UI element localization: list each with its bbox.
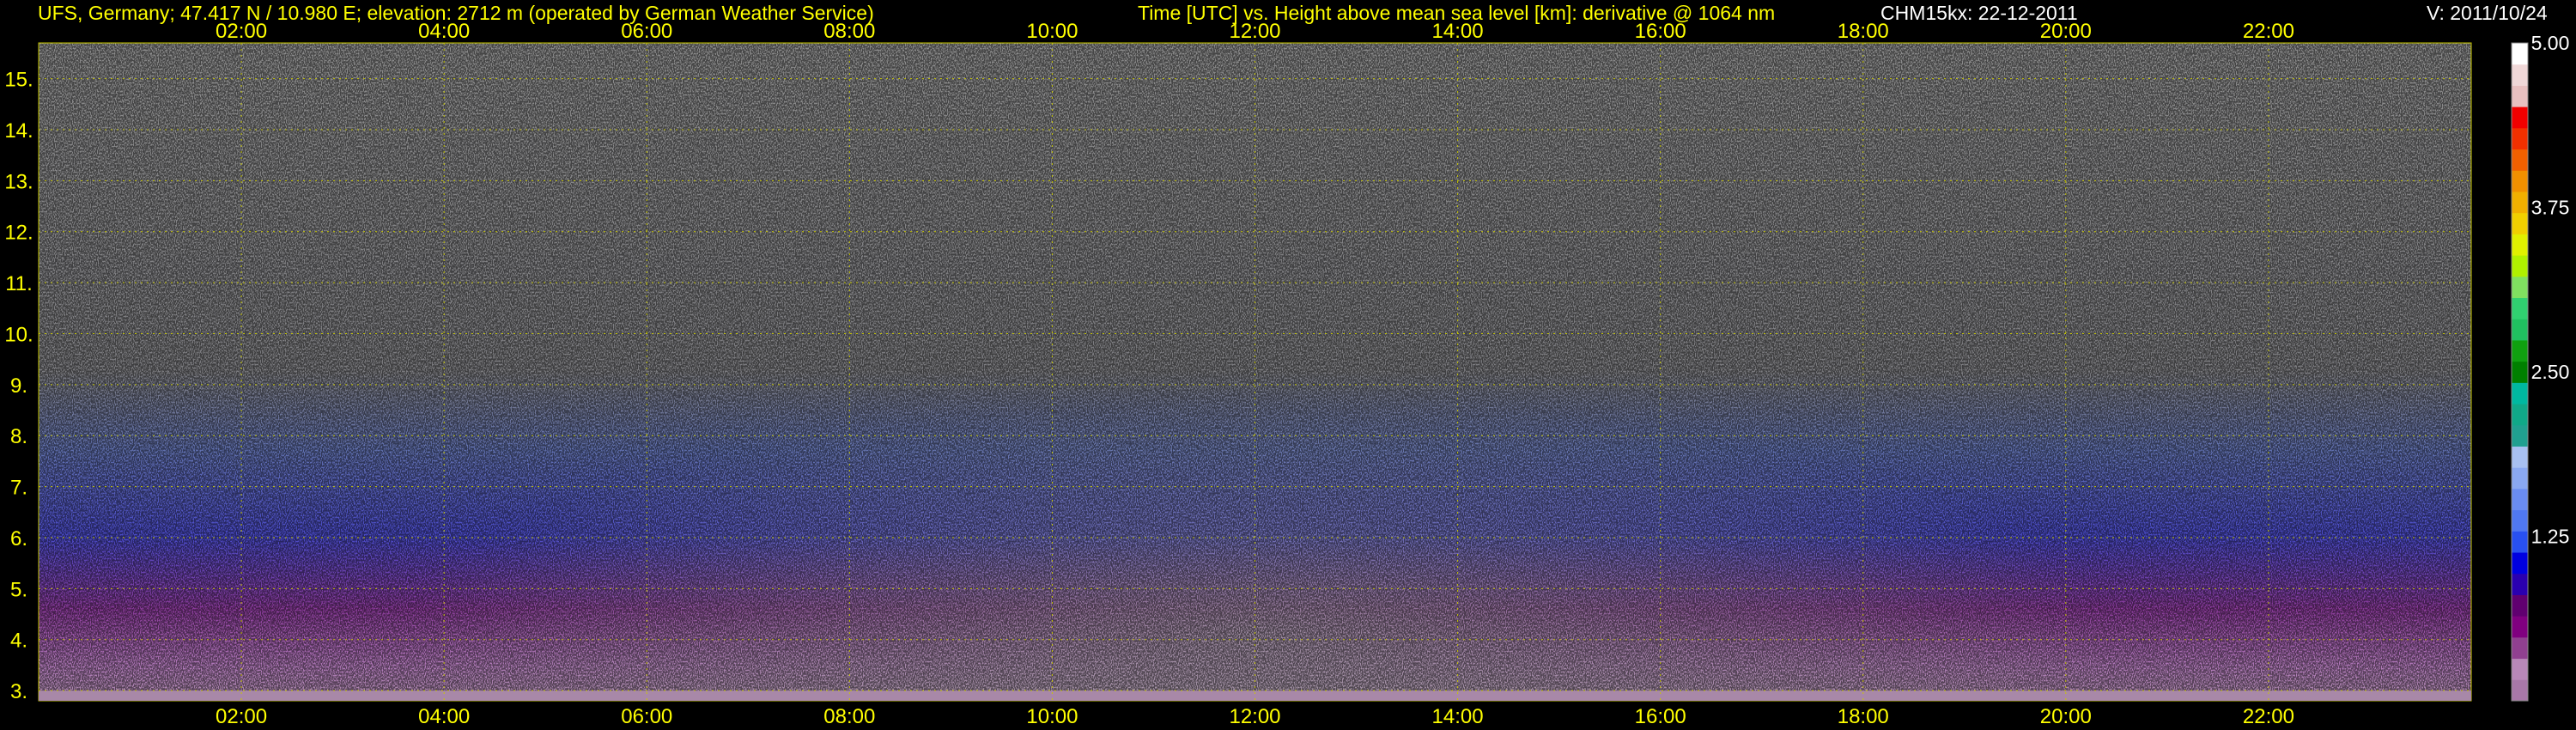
- y-tick-label: 5.: [10, 578, 27, 601]
- colorbar-swatch: [2512, 658, 2528, 680]
- x-tick-label-top: 20:00: [2040, 20, 2092, 43]
- colorbar-swatch: [2512, 361, 2528, 383]
- x-tick-label-top: 10:00: [1026, 20, 1078, 43]
- colorbar-swatch: [2512, 404, 2528, 426]
- colorbar-swatch: [2512, 276, 2528, 299]
- x-tick-label-top: 22:00: [2243, 20, 2294, 43]
- x-tick-label-top: 04:00: [418, 20, 470, 43]
- colorbar-swatch: [2512, 127, 2528, 150]
- x-tick-label-top: 08:00: [823, 20, 875, 43]
- colorbar-swatch: [2512, 106, 2528, 129]
- colorbar-swatch: [2512, 594, 2528, 617]
- colorbar-swatch: [2512, 255, 2528, 277]
- colorbar-swatch: [2512, 446, 2528, 468]
- y-tick-label: 6.: [10, 527, 27, 551]
- x-tick-label-bottom: 12:00: [1229, 705, 1280, 728]
- colorbar-swatch: [2512, 467, 2528, 490]
- colorbar-swatch: [2512, 488, 2528, 511]
- colorbar-swatch: [2512, 382, 2528, 405]
- y-axis: 3. 4. 5. 6. 7. 8. 9. 10. 11. 12. 13. 14. 15.: [4, 69, 33, 704]
- x-tick-label-top: 16:00: [1635, 20, 1686, 43]
- colorbar-tick-label: 1.25: [2531, 526, 2570, 548]
- colorbar-swatch: [2512, 424, 2528, 447]
- y-tick-label: 7.: [10, 477, 27, 500]
- colorbar-swatch: [2512, 679, 2528, 702]
- y-tick-label: 11.: [5, 272, 33, 295]
- colorbar-swatch: [2512, 319, 2528, 341]
- colorbar-tick-label: 2.50: [2531, 361, 2570, 383]
- colorbar-swatch: [2512, 234, 2528, 256]
- y-tick-label: 4.: [10, 630, 27, 653]
- colorbar-swatch: [2512, 297, 2528, 319]
- x-tick-label-bottom: 22:00: [2243, 705, 2294, 728]
- x-tick-label-bottom: 10:00: [1026, 705, 1078, 728]
- colorbar-swatch: [2512, 573, 2528, 595]
- colorbar-swatch: [2512, 616, 2528, 638]
- x-tick-label-bottom: 20:00: [2040, 705, 2092, 728]
- chart: 02:00 04:00 06:00 08:00 10:00 12:00 14:00 16:00…: [4, 20, 2570, 728]
- colorbar-swatch: [2512, 509, 2528, 532]
- colorbar-swatch: [2512, 170, 2528, 192]
- x-axis-bottom: 02:00 04:00 06:00 08:00 10:00 12:00 14:00 16:00…: [216, 705, 2294, 728]
- x-tick-label-top: 12:00: [1229, 20, 1280, 43]
- y-tick-label: 9.: [10, 374, 27, 398]
- y-tick-label: 8.: [10, 425, 27, 448]
- x-tick-label-bottom: 04:00: [418, 705, 470, 728]
- colorbar-swatch: [2512, 339, 2528, 362]
- y-tick-label: 13.: [4, 170, 33, 193]
- colorbar-swatch: [2512, 212, 2528, 234]
- x-tick-label-top: 02:00: [216, 20, 267, 43]
- colorbar-swatch: [2512, 149, 2528, 171]
- colorbar-swatch: [2512, 636, 2528, 660]
- x-tick-label-bottom: 18:00: [1838, 705, 1889, 728]
- x-tick-label-bottom: 14:00: [1432, 705, 1484, 728]
- colorbar-swatch: [2512, 85, 2528, 107]
- x-tick-label-bottom: 02:00: [216, 705, 267, 728]
- colorbar: [2511, 42, 2529, 702]
- x-tick-label-top: 18:00: [1838, 20, 1889, 43]
- colorbar-tick-label: 5.00: [2531, 32, 2570, 54]
- x-tick-label-top: 06:00: [621, 20, 672, 43]
- colorbar-swatch: [2512, 43, 2528, 65]
- colorbar-tick-label: 3.75: [2531, 197, 2570, 219]
- colorbar-swatch: [2512, 64, 2528, 86]
- y-tick-label: 10.: [4, 323, 33, 346]
- x-tick-label-top: 14:00: [1432, 20, 1484, 43]
- colorbar-swatch: [2512, 552, 2528, 575]
- colorbar-swatch: [2512, 531, 2528, 553]
- y-tick-label: 12.: [4, 222, 33, 245]
- y-tick-label: 14.: [4, 119, 33, 143]
- y-tick-label: 15.: [4, 69, 33, 92]
- colorbar-labels: 5.00 3.75 2.50 1.25: [2531, 32, 2570, 548]
- x-tick-label-bottom: 08:00: [823, 705, 875, 728]
- x-tick-label-bottom: 16:00: [1635, 705, 1686, 728]
- x-axis-top: 02:00 04:00 06:00 08:00 10:00 12:00 14:00 16:00…: [216, 20, 2294, 43]
- x-tick-label-bottom: 06:00: [621, 705, 672, 728]
- colorbar-swatch: [2512, 191, 2528, 214]
- y-tick-label: 3.: [10, 680, 27, 703]
